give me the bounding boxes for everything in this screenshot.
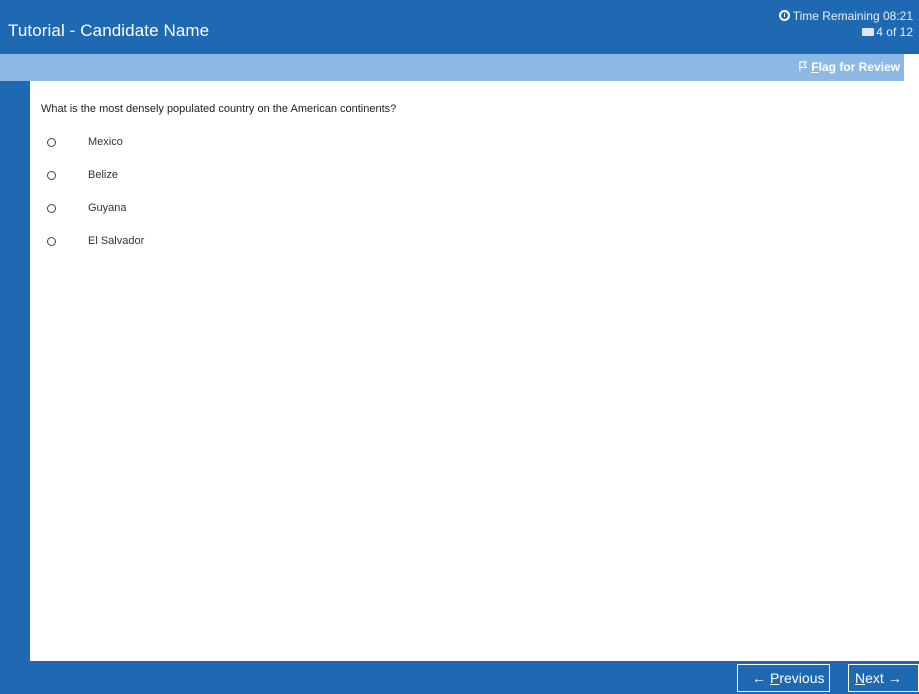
option-label: Mexico bbox=[88, 136, 123, 148]
clock-icon bbox=[778, 10, 790, 21]
radio-button[interactable] bbox=[47, 170, 56, 180]
next-button[interactable]: Next → bbox=[848, 664, 919, 692]
question-panel: What is the most densely populated count… bbox=[30, 81, 904, 661]
timer-label: Time Remaining bbox=[792, 9, 880, 23]
option-label: Guyana bbox=[88, 202, 127, 214]
option-mexico[interactable]: Mexico bbox=[47, 134, 123, 150]
radio-button[interactable] bbox=[47, 203, 56, 213]
question-progress: 4 of 12 bbox=[862, 25, 913, 39]
option-el-salvador[interactable]: El Salvador bbox=[47, 233, 144, 249]
radio-button[interactable] bbox=[47, 236, 56, 246]
time-remaining: Time Remaining 08:21 bbox=[778, 9, 913, 23]
top-header: Tutorial - Candidate Name Time Remaining… bbox=[0, 0, 919, 54]
flag-icon bbox=[799, 61, 808, 72]
progress-text: 4 of 12 bbox=[876, 25, 913, 39]
question-text: What is the most densely populated count… bbox=[41, 103, 397, 115]
action-bar: Flag for Review bbox=[0, 54, 904, 81]
left-rail bbox=[0, 81, 30, 694]
flag-for-review-button[interactable]: Flag for Review bbox=[798, 60, 900, 74]
option-label: Belize bbox=[88, 169, 118, 181]
printer-icon bbox=[862, 28, 875, 36]
next-label: Next bbox=[855, 670, 884, 686]
navigation-footer: ← Previous Next → bbox=[30, 661, 919, 694]
arrow-right-icon: → bbox=[887, 670, 902, 686]
previous-label: Previous bbox=[770, 670, 825, 686]
previous-button[interactable]: ← Previous bbox=[737, 664, 830, 692]
flag-label: Flag for Review bbox=[811, 60, 900, 74]
timer-value: 08:21 bbox=[882, 9, 913, 23]
arrow-left-icon: ← bbox=[752, 670, 766, 686]
option-belize[interactable]: Belize bbox=[47, 167, 118, 183]
option-guyana[interactable]: Guyana bbox=[47, 200, 127, 216]
app-title: Tutorial - Candidate Name bbox=[8, 21, 210, 40]
radio-button[interactable] bbox=[47, 137, 56, 147]
option-label: El Salvador bbox=[88, 235, 145, 247]
